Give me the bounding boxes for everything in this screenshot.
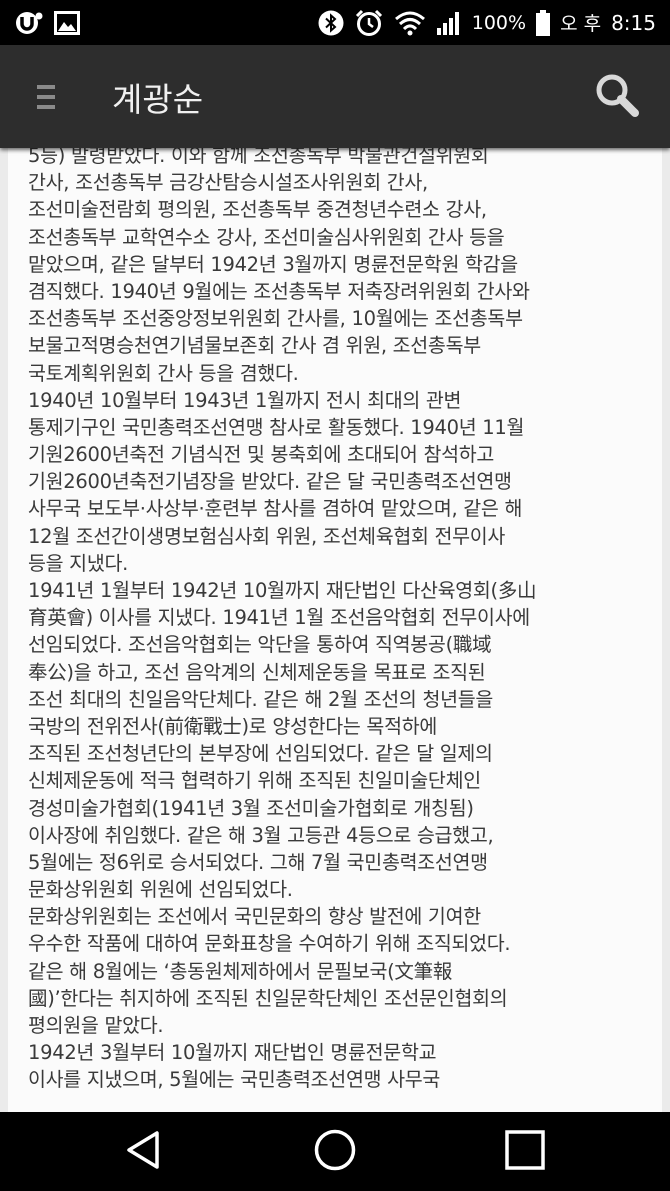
- article-line: 國)’한다는 취지하에 조직된 친일문학단체인 조선문인협회의: [28, 986, 508, 1010]
- article-line: 조선 최대의 친일음악단체다. 같은 해 2월 조선의 청년들을: [28, 687, 494, 711]
- article-line: 1940년 10월부터 1943년 1월까지 전시 최대의 관변: [28, 388, 462, 412]
- wifi-icon: [394, 10, 426, 36]
- article-line: 奉公)을 하고, 조선 음악계의 신체제운동을 목표로 조직된: [28, 660, 486, 684]
- article-line: 1942년 3월부터 10월까지 재단법인 명륜전문학교: [28, 1041, 437, 1065]
- article-line: 같은 해 8월에는 ‘총동원체제하에서 문필보국(文筆報: [28, 959, 453, 983]
- recents-button[interactable]: [470, 1112, 580, 1191]
- battery-icon: [536, 9, 551, 36]
- article-line: 조직된 조선청년단의 본부장에 선임되었다. 같은 달 일제의: [28, 742, 493, 766]
- hamburger-menu-icon: [37, 84, 55, 109]
- article-line: 조선미술전람회 평의원, 조선총독부 중견청년수련소 강사,: [28, 198, 487, 222]
- article-card: 5등) 발령받았다. 이와 함께 조선총독부 박물관건설위원회간사, 조선총독부…: [8, 148, 662, 1112]
- recents-square-icon: [504, 1129, 546, 1175]
- article-line: 평의원을 맡았다.: [28, 1014, 164, 1037]
- article-line: 국방의 전위전사(前衛戰士)로 양성한다는 목적하에: [28, 714, 437, 738]
- uplus-icon: [14, 10, 44, 36]
- search-button[interactable]: [572, 45, 662, 148]
- menu-button[interactable]: [0, 45, 92, 148]
- content-area[interactable]: 5등) 발령받았다. 이와 함께 조선총독부 박물관건설위원회간사, 조선총독부…: [0, 148, 670, 1112]
- article-line: 우수한 작품에 대하여 문화표창을 수여하기 위해 조직되었다.: [28, 932, 511, 956]
- article-line: 보물고적명승천연기념물보존회 간사 겸 위원, 조선총독부: [28, 334, 481, 358]
- article-line: 선임되었다. 조선음악협회는 악단을 통하여 직역봉공(職域: [28, 633, 492, 657]
- status-ampm: 오 후: [560, 13, 602, 35]
- article-line: 5월에는 정6위로 승서되었다. 그해 7월 국민총력조선연맹: [28, 850, 488, 874]
- article-line: 이사를 지냈으며, 5월에는 국민총력조선연맹 사무국: [28, 1068, 441, 1092]
- status-bar-right: 100% 오 후 8:15: [318, 8, 656, 38]
- article-line: 조선총독부 교학연수소 강사, 조선미술심사위원회 간사 등을: [28, 225, 505, 249]
- article-line: 1941년 1월부터 1942년 10월까지 재단법인 다산육영회(多山: [28, 579, 537, 602]
- bluetooth-icon: [318, 10, 344, 36]
- status-time: 8:15: [611, 10, 656, 35]
- article-line: 12월 조선간이생명보험심사회 위원, 조선체육협회 전무이사: [28, 524, 506, 548]
- article-line: 통제기구인 국민총력조선연맹 참사로 활동했다. 1940년 11월: [28, 415, 525, 439]
- signal-icon: [436, 10, 462, 36]
- alarm-icon: [354, 8, 384, 38]
- page-title: 계광순: [112, 79, 204, 119]
- battery-percent: 100%: [471, 11, 527, 34]
- article-line: 育英會) 이사를 지냈다. 1941년 1월 조선음악협회 전무이사에: [28, 606, 530, 630]
- article-line: 문화상위원회 위원에 선임되었다.: [28, 878, 293, 902]
- home-circle-icon: [313, 1128, 357, 1176]
- back-triangle-icon: [124, 1129, 166, 1175]
- article-line: 사무국 보도부·사상부·훈련부 참사를 겸하여 맡았으며, 같은 해: [28, 497, 523, 521]
- navigation-bar: [0, 1112, 670, 1191]
- article-line: 이사장에 취임했다. 같은 해 3월 고등관 4등으로 승급했고,: [28, 823, 494, 847]
- article-line: 5등) 발령받았다. 이와 함께 조선총독부 박물관건설위원회: [28, 148, 489, 167]
- article-line: 조선총독부 조선중앙정보위원회 간사를, 10월에는 조선총독부: [28, 307, 523, 331]
- article-line: 등을 지냈다.: [28, 551, 128, 575]
- article-line: 경성미술가협회(1941년 3월 조선미술가협회로 개칭됨): [28, 796, 474, 820]
- article-line: 국토계획위원회 간사 등을 겸했다.: [28, 361, 299, 385]
- home-button[interactable]: [280, 1112, 390, 1191]
- article-line: 겸직했다. 1940년 9월에는 조선총독부 저축장려위원회 간사와: [28, 279, 530, 303]
- article-line: 문화상위원회는 조선에서 국민문화의 향상 발전에 기여한: [28, 905, 481, 929]
- article-line: 기원2600년축전 기념식전 및 봉축회에 초대되어 참석하고: [28, 443, 494, 467]
- status-bar-left: [14, 10, 80, 36]
- article-line: 간사, 조선총독부 금강산탐승시설조사위원회 간사,: [28, 171, 428, 195]
- gallery-icon: [54, 10, 80, 35]
- status-bar: 100% 오 후 8:15: [0, 0, 670, 45]
- search-icon: [594, 72, 640, 122]
- back-button[interactable]: [90, 1112, 200, 1191]
- article-line: 맡았으며, 같은 달부터 1942년 3월까지 명륜전문학원 학감을: [28, 252, 518, 276]
- article-line: 신체제운동에 적극 협력하기 위해 조직된 친일미술단체인: [28, 769, 481, 793]
- article-body: 5등) 발령받았다. 이와 함께 조선총독부 박물관건설위원회간사, 조선총독부…: [28, 148, 658, 1094]
- app-bar: 계광순: [0, 45, 670, 148]
- article-line: 기원2600년축전기념장을 받았다. 같은 달 국민총력조선연맹: [28, 470, 512, 494]
